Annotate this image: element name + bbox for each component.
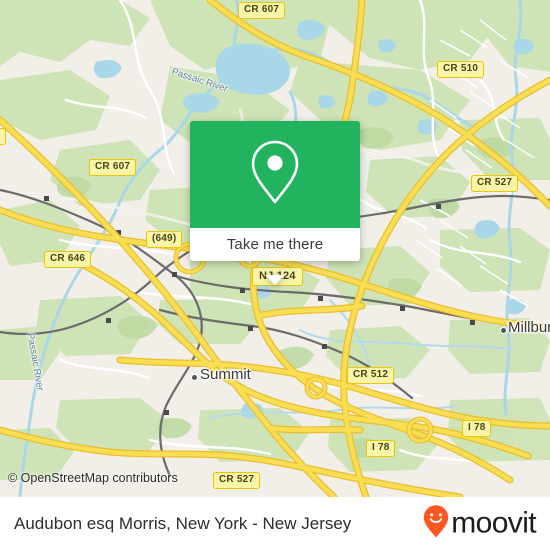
- map-screenshot: CR 607 CR 510 CR 607 CR 527 (649) CR 646…: [0, 0, 550, 550]
- road-shield[interactable]: (649): [146, 231, 183, 248]
- footer-bar: Audubon esq Morris, New York - New Jerse…: [0, 497, 550, 550]
- road-shield[interactable]: I 78: [462, 420, 492, 437]
- place-label-millburn[interactable]: Millburn: [508, 319, 550, 336]
- moovit-pin-smiley-icon: [423, 504, 449, 543]
- road-shield[interactable]: CR 527: [213, 472, 261, 489]
- moovit-wordmark: moovit: [451, 506, 536, 540]
- city-dot: [191, 374, 198, 381]
- callout-pointer-tail: [265, 275, 285, 285]
- location-title: Audubon esq Morris, New York - New Jerse…: [14, 513, 352, 533]
- road-shield[interactable]: CR 510: [437, 61, 485, 78]
- road-shield[interactable]: I 78: [366, 440, 396, 457]
- city-dot: [500, 327, 507, 334]
- location-callout-card[interactable]: Take me there: [190, 121, 360, 285]
- road-shield[interactable]: CR 607: [89, 159, 137, 176]
- take-me-there-label: Take me there: [226, 236, 324, 253]
- road-shield[interactable]: CR 512: [347, 367, 395, 384]
- road-shield[interactable]: 4: [0, 128, 6, 145]
- osm-attribution[interactable]: © OpenStreetMap contributors: [8, 471, 178, 485]
- place-label-summit[interactable]: Summit: [200, 366, 251, 383]
- road-shield[interactable]: CR 527: [471, 175, 519, 192]
- moovit-logo[interactable]: moovit: [423, 504, 537, 543]
- take-me-there-button[interactable]: Take me there: [190, 228, 360, 261]
- callout-icon-area: [190, 121, 360, 228]
- road-shield[interactable]: CR 607: [238, 2, 286, 19]
- road-shield[interactable]: CR 646: [44, 251, 92, 268]
- map-pin-icon: [249, 139, 301, 210]
